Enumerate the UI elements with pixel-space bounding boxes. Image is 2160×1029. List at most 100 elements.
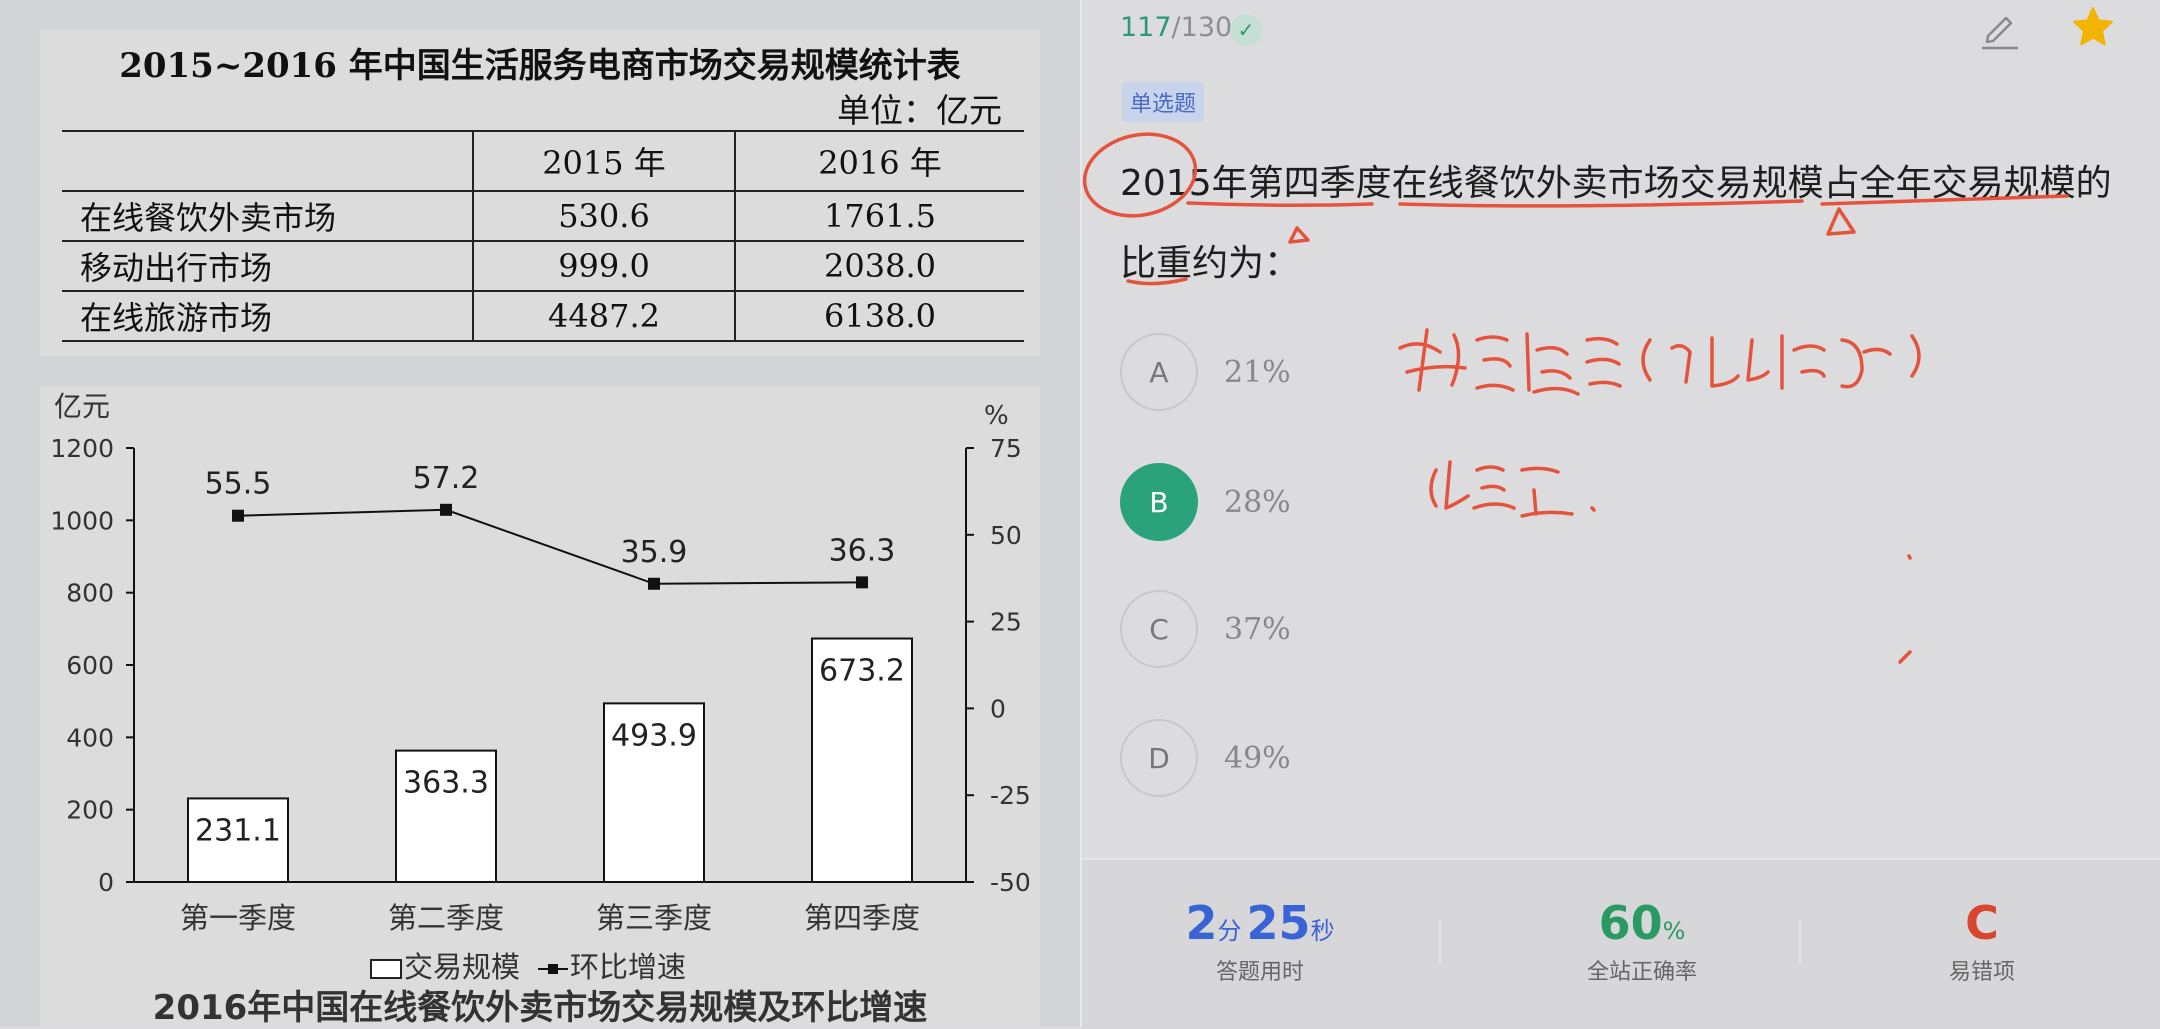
option-text[interactable]: 21% [1224, 355, 1291, 390]
y-axis-label-right: % [984, 401, 1009, 431]
common-wrong-value: C [1912, 896, 2052, 950]
y-tick-label-left: 1000 [50, 506, 114, 535]
line-data-label: 55.5 [205, 467, 272, 502]
accuracy-unit: % [1662, 917, 1686, 945]
progress-total: /130 [1171, 12, 1233, 43]
table-cell: 6138.0 [734, 291, 1024, 342]
time-min-unit: 分 [1217, 917, 1242, 945]
option-text[interactable]: 37% [1224, 612, 1291, 647]
option-a[interactable]: A 21% [1120, 333, 1291, 411]
y-tick-label-left: 1200 [50, 434, 114, 463]
stat-separator [1439, 920, 1441, 964]
x-tick-label: 第二季度 [388, 901, 504, 935]
table-cell: 2038.0 [734, 241, 1024, 292]
option-letter[interactable]: A [1120, 333, 1198, 411]
line-growth-rate [237, 508, 863, 585]
option-d[interactable]: D 49% [1120, 719, 1291, 797]
time-minutes: 2 [1185, 896, 1218, 950]
material-panel: 2015~2016 年中国生活服务电商市场交易规模统计表 单位：亿元 2015 … [0, 0, 1080, 1028]
x-tick-label: 第一季度 [180, 901, 296, 935]
question-text: 2015年第四季度在线餐饮外卖市场交易规模占全年交易规模的比重约为： [1120, 163, 2112, 284]
progress-current: 117 [1120, 12, 1172, 43]
statistics-table-card: 2015~2016 年中国生活服务电商市场交易规模统计表 单位：亿元 2015 … [40, 30, 1040, 356]
y-tick-label-right: 75 [990, 434, 1022, 463]
option-letter[interactable]: B [1120, 463, 1198, 541]
statistics-table: 2015 年 2016 年 在线餐饮外卖市场 530.6 1761.5 移动出行… [62, 130, 1024, 342]
y-tick-label-left: 400 [66, 723, 114, 752]
annotation-scribble [1641, 334, 1921, 390]
table-row-label: 在线餐饮外卖市场 [62, 191, 473, 242]
table-cell: 999.0 [472, 241, 735, 292]
y-tick-label-right: 50 [990, 521, 1022, 550]
annotation-tick [1898, 554, 1912, 664]
x-tick-label: 第四季度 [804, 901, 920, 935]
legend-bar-swatch [370, 959, 402, 979]
option-text[interactable]: 28% [1224, 485, 1291, 520]
accuracy-stat: 60% 全站正确率 [1542, 896, 1742, 986]
common-wrong-letter: C [1965, 896, 1999, 950]
y-tick-label-right: -50 [990, 868, 1031, 897]
line-data-label: 57.2 [413, 461, 480, 496]
time-sec-unit: 秒 [1310, 917, 1335, 945]
option-letter[interactable]: C [1120, 590, 1198, 668]
line-point-marker [232, 509, 244, 522]
table-cell: 1761.5 [734, 191, 1024, 242]
bar-data-label: 363.3 [403, 766, 489, 801]
table-cell: 530.6 [472, 191, 735, 242]
stat-separator [1799, 920, 1801, 964]
star-icon[interactable] [2070, 4, 2116, 50]
table-row: 移动出行市场 999.0 2038.0 [62, 241, 1024, 292]
bar-data-label: 493.9 [611, 718, 697, 753]
legend-label: 交易规模 [404, 950, 521, 984]
pencil-icon[interactable] [1978, 6, 2022, 50]
question-type-badge: 单选题 [1122, 82, 1205, 122]
line-point-marker [440, 503, 452, 516]
legend-line-swatch [538, 961, 569, 977]
y-tick-label-left: 600 [66, 651, 114, 680]
option-b[interactable]: B 28% [1120, 463, 1291, 541]
accuracy-number: 60 [1598, 896, 1663, 950]
time-seconds: 25 [1246, 896, 1311, 950]
line-data-label: 36.3 [829, 533, 896, 568]
check-icon: ✓ [1230, 14, 1262, 46]
chart-title: 2016年中国在线餐饮外卖市场交易规模及环比增速 [152, 988, 928, 1028]
option-text[interactable]: 49% [1224, 741, 1291, 776]
table-row-label: 移动出行市场 [62, 241, 473, 292]
question-panel: 117/130 ✓ 单选题 2015年第四季度在线餐饮外卖市场交易规模占全年交易… [1082, 0, 2160, 1029]
answer-time-stat: 2分 25秒 答题用时 [1170, 896, 1350, 986]
option-letter[interactable]: D [1120, 719, 1198, 797]
common-wrong-stat: C 易错项 [1912, 896, 2052, 986]
y-tick-label-left: 800 [66, 579, 114, 608]
bar-data-label: 673.2 [819, 654, 905, 689]
line-point-marker [856, 576, 868, 589]
annotation-scribble [1398, 328, 1622, 396]
bar-data-label: 231.1 [195, 813, 281, 848]
table-row-label: 在线旅游市场 [62, 291, 473, 342]
accuracy-value: 60% [1542, 896, 1742, 950]
table-row: 在线旅游市场 4487.2 6138.0 [62, 291, 1024, 342]
answer-time-caption: 答题用时 [1215, 960, 1304, 985]
x-tick-label: 第三季度 [596, 901, 712, 935]
y-tick-label-right: 25 [990, 608, 1022, 637]
common-wrong-caption: 易错项 [1948, 960, 2015, 985]
annotation-scribble [1429, 460, 1596, 518]
table-header-cell: 2016 年 [734, 130, 1024, 192]
table-cell: 4487.2 [472, 291, 735, 342]
question-progress: 117/130 [1120, 12, 1232, 43]
y-tick-label-left: 0 [98, 868, 114, 897]
y-axis-label-left: 亿元 [54, 390, 110, 423]
combo-chart: 亿元 % 0 200 400 600 800 1000 1200 -50 -25 0 25 50 75 231… [50, 390, 1031, 935]
line-data-label: 35.9 [621, 535, 688, 570]
legend-label: 环比增速 [570, 950, 687, 984]
chart-card: 亿元% 0 200 400 600 800 1000 1200 -50 -25 0 25 50 75 231… [40, 386, 1040, 1028]
table-unit: 单位：亿元 [837, 91, 1002, 130]
accuracy-caption: 全站正确率 [1586, 960, 1697, 985]
option-c[interactable]: C 37% [1120, 590, 1291, 668]
table-header-cell [62, 130, 473, 192]
stats-footer: 2分 25秒 答题用时 60% 全站正确率 C 易错项 [1082, 858, 2160, 1029]
table-header-cell: 2015 年 [472, 130, 735, 192]
y-tick-label-right: -25 [990, 781, 1031, 810]
y-tick-label-left: 200 [66, 796, 114, 825]
table-header-row: 2015 年 2016 年 [62, 130, 1024, 192]
answer-time-value: 2分 25秒 [1170, 896, 1350, 950]
